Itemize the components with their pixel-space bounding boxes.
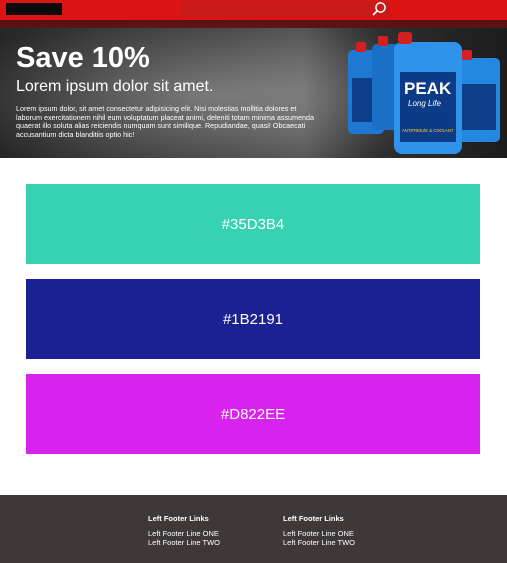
footer-link[interactable]: Left Footer Line ONE — [283, 529, 355, 538]
product-label: ANTIFREEZE & COOLANT — [402, 128, 454, 133]
footer-column: Left Footer Links Left Footer Line ONE L… — [148, 514, 220, 547]
swatch-label: #1B2191 — [222, 310, 284, 328]
product-brand: PEAK — [404, 79, 452, 98]
footer: Left Footer Links Left Footer Line ONE L… — [0, 495, 507, 563]
swatch-label: #D822EE — [220, 405, 286, 423]
footer-link[interactable]: Left Footer Line TWO — [148, 538, 220, 547]
search-icon[interactable] — [371, 1, 387, 17]
hero-body-text: Lorem ipsum dolor, sit amet consectetur … — [16, 104, 315, 139]
hero-banner: PEAK Long Life ANTIFREEZE & COOLANT Save… — [0, 20, 507, 158]
top-bar — [0, 0, 507, 20]
logo[interactable] — [6, 3, 62, 15]
footer-link[interactable]: Left Footer Line TWO — [283, 538, 355, 547]
product-line: Long Life — [408, 99, 441, 108]
hero-title: Save 10% — [16, 42, 150, 74]
swatch-label: #35D3B4 — [221, 215, 285, 233]
hero-subtitle: Lorem ipsum dolor sit amet. — [16, 78, 214, 95]
footer-heading: Left Footer Links — [283, 514, 344, 523]
product-image: PEAK Long Life ANTIFREEZE & COOLANT — [348, 32, 500, 154]
footer-link[interactable]: Left Footer Line ONE — [148, 529, 220, 538]
footer-heading: Left Footer Links — [148, 514, 209, 523]
search-input[interactable] — [182, 1, 390, 17]
color-swatch: #35D3B4 — [26, 184, 480, 264]
color-swatch: #1B2191 — [26, 279, 480, 359]
color-swatch: #D822EE — [26, 374, 480, 454]
footer-column: Left Footer Links Left Footer Line ONE L… — [283, 514, 355, 547]
